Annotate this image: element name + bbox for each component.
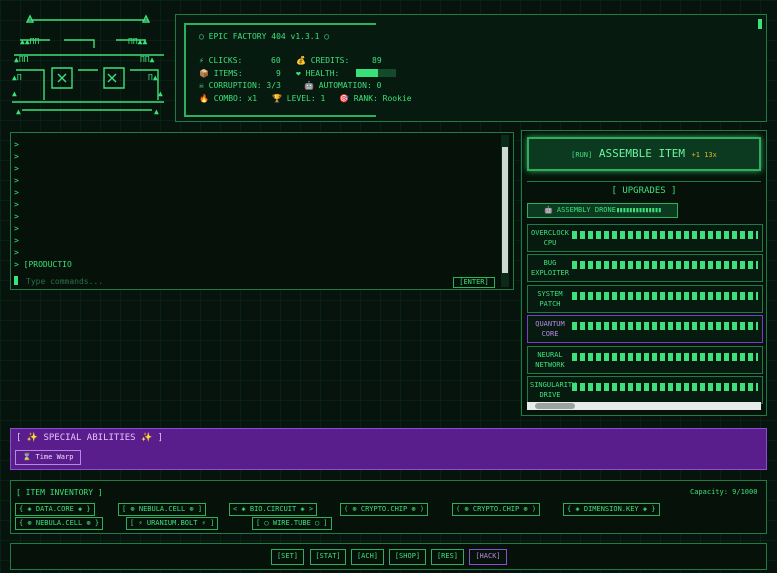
achievements-button[interactable]: [ACH]: [351, 549, 384, 565]
upgrade-name: SYSTEM PATCH: [537, 290, 563, 308]
clicks-label: ⚡ CLICKS:: [199, 56, 243, 65]
upgrades-horizontal-scrollbar[interactable]: [527, 402, 761, 410]
upgrade-quantum-core[interactable]: QUANTUM CORE: [527, 315, 763, 343]
credits-value: 89: [372, 56, 382, 65]
credits-label: 💰 CREDITS:: [296, 56, 350, 65]
assembly-drone-upgrade[interactable]: 🤖 ASSEMBLY DRONE▮▮▮▮▮▮▮▮▮▮▮▮▮▮: [527, 203, 678, 218]
upgrade-name: SINGULARITY DRIVE: [530, 381, 577, 399]
drone-progress: ▮▮▮▮▮▮▮▮▮▮▮▮▮▮: [615, 206, 662, 214]
drone-label: 🤖 ASSEMBLY DRONE: [544, 206, 616, 214]
upgrade-system-patch[interactable]: SYSTEM PATCH: [527, 285, 763, 313]
hack-button[interactable]: [HACK]: [469, 549, 507, 565]
enter-button[interactable]: [ENTER]: [453, 277, 495, 288]
prompt-line: >: [14, 224, 19, 233]
upgrade-progress: [572, 292, 758, 300]
status-scroll-thumb[interactable]: [758, 19, 762, 29]
inventory-title: [ ITEM INVENTORY ]: [16, 488, 103, 497]
terminal-scroll-thumb[interactable]: [502, 147, 508, 273]
automation-status: 🤖 AUTOMATION: 0: [304, 81, 382, 90]
last-log-line: > [PRODUCTIO: [14, 260, 72, 269]
upgrade-progress: [572, 261, 758, 269]
upgrade-singularity-drive[interactable]: SINGULARITY DRIVE: [527, 376, 763, 404]
inventory-item[interactable]: [ ◯ WIRE.TUBE ◯ ]: [252, 517, 332, 530]
game-title: ◯ EPIC FACTORY 404 v1.3.1 ◯: [199, 32, 330, 41]
terminal-output: [10, 132, 514, 290]
health-bar: [356, 68, 396, 77]
upgrade-name: QUANTUM CORE: [535, 320, 565, 338]
settings-button[interactable]: [SET]: [271, 549, 304, 565]
rank-status: 🎯 RANK: Rookie: [339, 94, 412, 103]
special-abilities-title: [ ✨ SPECIAL ABILITIES ✨ ]: [16, 433, 164, 443]
shop-button[interactable]: [SHOP]: [389, 549, 426, 565]
terminal-scrollbar[interactable]: [501, 135, 509, 287]
prompt-line: >: [14, 188, 19, 197]
svg-text:ΠΠ▲▲: ΠΠ▲▲: [128, 37, 147, 46]
prompt-line: >: [14, 176, 19, 185]
svg-text:▲▲ΠΠ: ▲▲ΠΠ: [20, 37, 39, 46]
items-label: 📦 ITEMS:: [199, 69, 243, 78]
prompt-line: >: [14, 236, 19, 245]
upgrade-progress: [572, 383, 758, 391]
clicks-value: 60: [271, 56, 281, 65]
command-input[interactable]: Type commands...: [10, 277, 496, 288]
assemble-label: ASSEMBLE ITEM: [598, 147, 685, 160]
combo-status: 🔥 COMBO: x1: [199, 94, 258, 103]
assemble-bonus: +1 13x: [691, 151, 717, 159]
assemble-item-button[interactable]: [RUN] ASSEMBLE ITEM +1 13x: [527, 137, 761, 171]
svg-text:▲ΠΠ: ▲ΠΠ: [14, 55, 29, 64]
prompt-line: >: [14, 200, 19, 209]
svg-text:▲: ▲: [154, 107, 159, 116]
svg-text:▲Π: ▲Π: [12, 73, 22, 82]
inventory-item[interactable]: { ⊛ NEBULA.CELL ⊛ }: [15, 517, 104, 530]
svg-text:▲: ▲: [16, 107, 21, 116]
inventory-item[interactable]: ( ⊛ CRYPTO.CHIP ⊛ ): [340, 503, 429, 516]
upgrade-neural-network[interactable]: NEURAL NETWORK: [527, 346, 763, 374]
svg-text:▲: ▲: [158, 89, 163, 98]
upgrade-progress: [572, 353, 758, 361]
level-status: 🏆 LEVEL: 1: [272, 94, 326, 103]
reset-button[interactable]: [RES]: [431, 549, 464, 565]
horizontal-scroll-thumb[interactable]: [535, 403, 575, 409]
upgrade-progress: [572, 322, 758, 330]
upgrade-progress: [572, 231, 758, 239]
time-warp-button[interactable]: ⌛ Time Warp: [15, 450, 81, 465]
upgrade-name: NEURAL NETWORK: [535, 351, 565, 369]
svg-text:▲: ▲: [12, 89, 17, 98]
svg-text:ΠΠ▲: ΠΠ▲: [140, 55, 155, 64]
upgrade-overclock-cpu[interactable]: OVERCLOCK CPU: [527, 224, 763, 252]
inventory-capacity: Capacity: 9/1000: [690, 488, 758, 496]
divider: [527, 181, 761, 182]
prompt-line: >: [14, 152, 19, 161]
items-value: 9: [276, 69, 281, 78]
corruption-status: ☠ CORRUPTION: 3/3: [199, 81, 281, 90]
prompt-line: >: [14, 248, 19, 257]
inventory-item[interactable]: [ ⚡ URANIUM.BOLT ⚡ ]: [126, 517, 219, 530]
stats-button[interactable]: [STAT]: [310, 549, 346, 565]
prompt-line: >: [14, 164, 19, 173]
prompt-line: >: [14, 140, 19, 149]
inventory-item[interactable]: < ◈ BIO.CIRCUIT ◈ >: [229, 503, 318, 516]
upgrade-name: BUG EXPLOITER: [531, 259, 569, 277]
health-label: ❤ HEALTH:: [296, 69, 340, 78]
status-panel: [175, 14, 767, 122]
factory-logo-art: ▲▲ΠΠ ΠΠ▲▲ ▲ΠΠ ΠΠ▲ ▲Π Π▲ ▲ ▲ ▲ ▲: [12, 14, 164, 116]
inventory-item[interactable]: { ◈ DATA.CORE ◈ }: [15, 503, 95, 516]
prompt-line: >: [14, 212, 19, 221]
inventory-item[interactable]: ( ⊛ CRYPTO.CHIP ⊛ ): [452, 503, 541, 516]
svg-text:Π▲: Π▲: [148, 73, 158, 82]
upgrade-name: OVERCLOCK CPU: [531, 229, 569, 247]
run-prefix: [RUN]: [571, 151, 593, 159]
upgrades-title: [ UPGRADES ]: [611, 186, 677, 196]
inventory-item[interactable]: [ ⊛ NEBULA.CELL ⊛ ]: [118, 503, 207, 516]
upgrade-bug-exploiter[interactable]: BUG EXPLOITER: [527, 254, 763, 282]
inventory-item[interactable]: { ◈ DIMENSION.KEY ◈ }: [563, 503, 660, 516]
